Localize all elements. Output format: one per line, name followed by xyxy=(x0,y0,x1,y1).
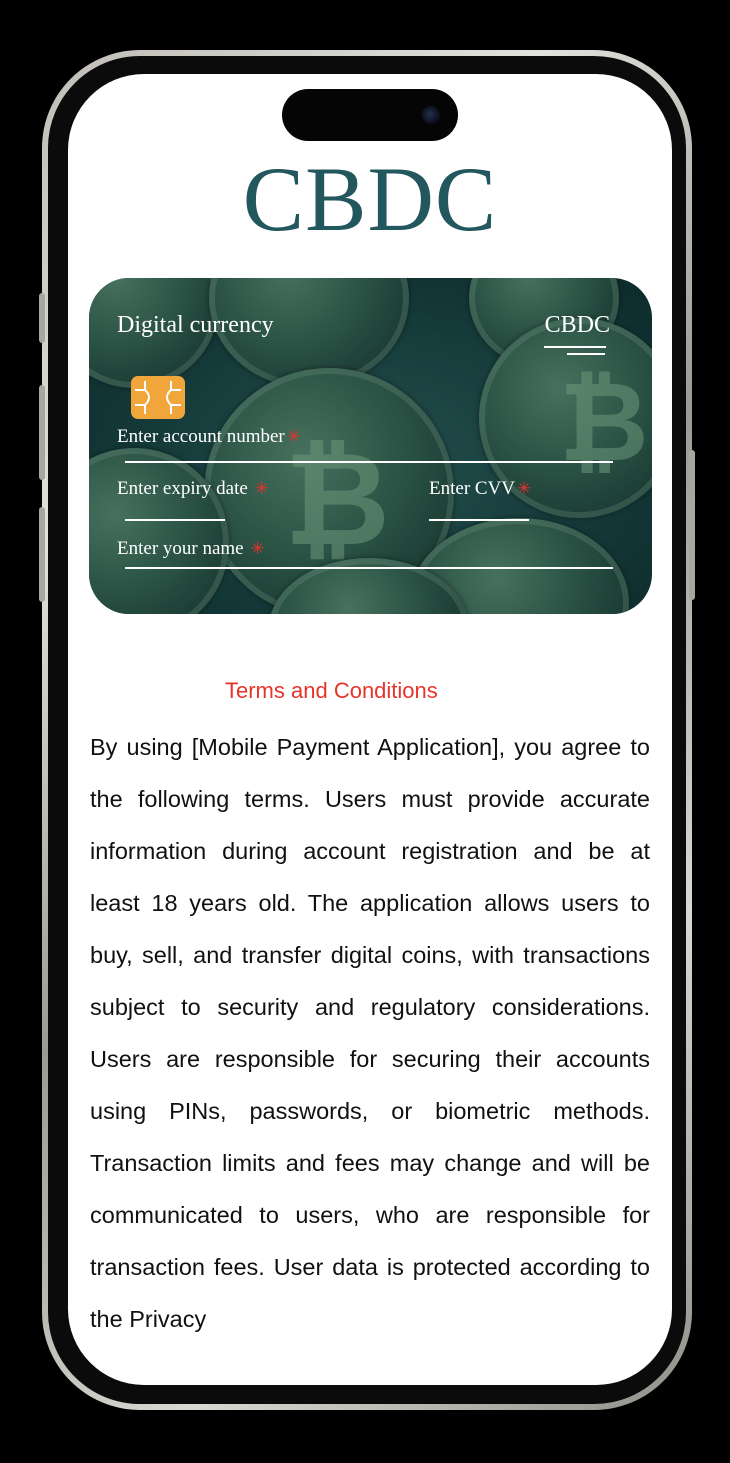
brand-underline xyxy=(567,353,605,355)
cvv-label: Enter CVV ✳ xyxy=(429,478,532,499)
phone-screen: CBDC ₿ ₿ Digital currency CBDC Enter acc… xyxy=(68,74,672,1385)
action-button xyxy=(39,293,45,343)
camera-icon xyxy=(422,106,440,124)
name-label: Enter your name ✳ xyxy=(117,538,265,559)
required-asterisk-icon: ✳ xyxy=(286,427,302,447)
required-asterisk-icon: ✳ xyxy=(250,539,265,559)
expiry-date-label: Enter expiry date ✳ xyxy=(117,478,269,499)
dynamic-island xyxy=(282,89,458,141)
account-number-input[interactable] xyxy=(125,461,613,463)
name-input[interactable] xyxy=(125,567,613,569)
power-button xyxy=(689,450,695,600)
card-brand-label: CBDC xyxy=(544,312,610,338)
payment-card: ₿ ₿ Digital currency CBDC Enter account … xyxy=(89,278,652,614)
expiry-date-input[interactable] xyxy=(125,519,225,521)
terms-body: By using [Mobile Payment Application], y… xyxy=(90,734,650,1332)
card-chip-icon xyxy=(131,376,185,419)
terms-heading[interactable]: Terms and Conditions xyxy=(225,678,438,704)
card-type-label: Digital currency xyxy=(117,312,274,338)
cvv-input[interactable] xyxy=(429,519,529,521)
required-asterisk-icon: ✳ xyxy=(517,479,532,499)
volume-down-button xyxy=(39,507,45,602)
volume-up-button xyxy=(39,385,45,480)
brand-underline xyxy=(544,346,606,348)
account-number-label: Enter account number ✳ xyxy=(117,426,302,447)
required-asterisk-icon: ✳ xyxy=(254,479,269,499)
app-title: CBDC xyxy=(242,148,498,250)
